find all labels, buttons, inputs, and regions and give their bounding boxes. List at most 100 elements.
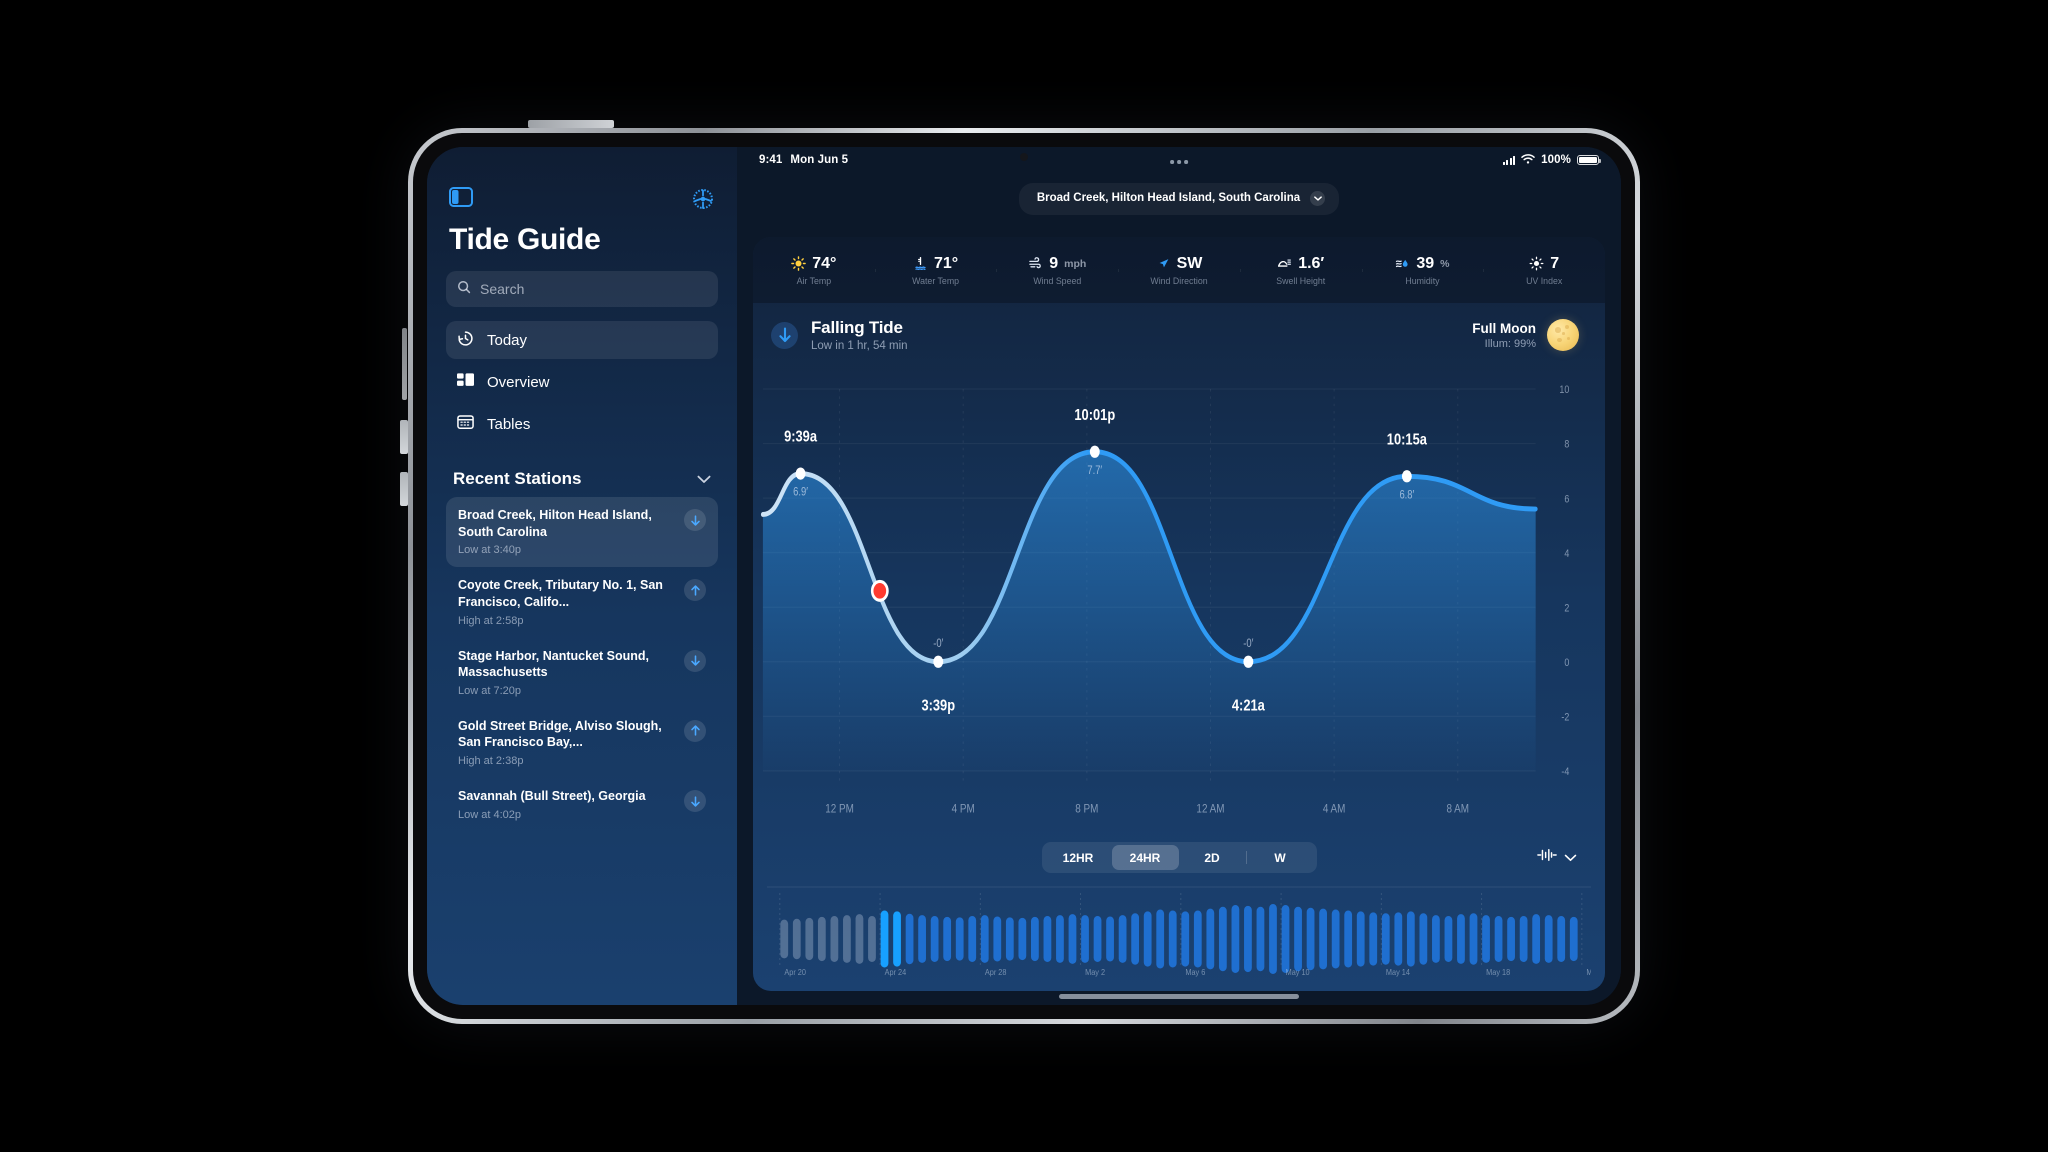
chart-style-icon[interactable] [1537,848,1557,867]
moon-phase[interactable]: Full Moon Illum: 99% [1472,319,1579,351]
timeline-bar[interactable] [1093,916,1102,962]
timeline-bar[interactable] [1294,906,1302,972]
timeline-bar[interactable] [1043,916,1052,962]
timeline-bar[interactable] [1143,911,1152,967]
timeline-bar[interactable] [1319,908,1327,970]
timeline-bar[interactable] [1068,914,1077,964]
timeline-bar[interactable] [1156,909,1165,969]
station-list-item[interactable]: Savannah (Bull Street), Georgia Low at 4:… [446,778,718,832]
timeline-bar[interactable] [1231,904,1240,974]
timeline-bar[interactable] [1206,908,1215,970]
timeline-bar[interactable] [880,910,889,968]
sidebar-item-today[interactable]: Today [446,321,718,359]
timeline-bar[interactable] [1244,905,1252,973]
compass-settings-icon[interactable] [691,187,715,209]
timeline-bar[interactable] [1131,913,1140,965]
timeline-bar[interactable] [1081,915,1089,963]
timeline-bar[interactable] [980,915,989,963]
range-option-24hr[interactable]: 24HR [1111,845,1179,870]
timeline-bar[interactable] [905,913,914,965]
chart-options[interactable] [1537,848,1577,867]
timeline-bar[interactable] [1344,910,1353,968]
timeline-bar[interactable] [1532,914,1541,964]
timeline-bar[interactable] [930,916,939,962]
timeline-bar[interactable] [1218,906,1227,972]
recent-stations-header[interactable]: Recent Stations [427,447,737,497]
timeline-bar[interactable] [968,916,977,962]
timeline-bar[interactable] [1444,916,1453,962]
chevron-down-icon[interactable] [1564,849,1577,867]
timeline-bar[interactable] [855,914,864,964]
sidebar-item-tables[interactable]: Tables [446,405,718,443]
timeline-bar[interactable] [1569,916,1578,962]
range-option-w[interactable]: W [1247,845,1314,870]
volume-up-button[interactable] [400,420,408,454]
timeline-bar[interactable] [1494,916,1503,962]
timeline-bar[interactable] [1381,913,1390,965]
station-list-item[interactable]: Coyote Creek, Tributary No. 1, San Franc… [446,567,718,637]
timeline-bar[interactable] [817,916,826,962]
date-range-timeline[interactable]: Apr 20 Apr 24 Apr 28 May 2 May 6 May 10 May 14… [767,881,1591,981]
timeline-bar[interactable] [1168,910,1177,968]
sidebar-toggle-icon[interactable] [449,187,473,207]
timeline-bar[interactable] [843,915,851,963]
timeline-bar[interactable] [1419,913,1428,965]
recent-stations-title: Recent Stations [453,469,582,488]
timeline-bar[interactable] [1106,916,1114,962]
timeline-bar[interactable] [868,916,876,962]
volume-down-button[interactable] [400,472,408,506]
timeline-bar[interactable] [1056,915,1064,963]
timeline-bar[interactable] [1507,916,1515,962]
timeline-bar[interactable] [805,917,814,961]
timeline-bar[interactable] [1482,915,1490,963]
range-option-12hr[interactable]: 12HR [1045,845,1112,870]
station-list-item[interactable]: Gold Street Bridge, Alviso Slough, San F… [446,708,718,778]
timeline-bar[interactable] [1031,916,1039,962]
timeline-bar[interactable] [792,918,801,960]
search-field[interactable] [446,271,718,307]
timeline-bar[interactable] [1406,911,1415,967]
station-list-item[interactable]: Stage Harbor, Nantucket Sound, Massachus… [446,638,718,708]
timeline-bar[interactable] [1457,914,1465,964]
timeline-bar[interactable] [830,916,839,962]
timeline-bar[interactable] [893,911,901,967]
timeline-bar[interactable] [1557,916,1566,962]
home-indicator[interactable] [1059,994,1299,999]
timeline-bar[interactable] [1356,911,1365,967]
timeline-bar[interactable] [943,916,952,962]
timeline-bar[interactable] [1519,916,1528,962]
timeline-bar[interactable] [1394,912,1403,966]
timeline-bar[interactable] [1118,915,1127,963]
timeline-bar[interactable] [780,919,789,959]
chevron-down-icon[interactable] [697,469,711,489]
location-selector[interactable]: Broad Creek, Hilton Head Island, South C… [1018,183,1340,215]
timeline-bar[interactable] [1181,911,1190,967]
timeline-bar[interactable] [1544,915,1553,963]
timeline-bar[interactable] [993,916,1002,962]
app-title: Tide Guide [449,223,601,256]
timeline-bar[interactable] [1018,917,1027,961]
timeline-bar[interactable] [1369,912,1378,966]
timeline-bar[interactable] [1193,910,1202,968]
range-segmented-control[interactable]: 12HR 24HR 2D W [1041,842,1317,873]
sidebar-item-overview[interactable]: Overview [446,363,718,401]
range-option-2d[interactable]: 2D [1179,845,1246,870]
timeline-bar[interactable] [1432,915,1440,963]
timeline-bar[interactable] [1256,906,1265,972]
window-grabber-handle[interactable] [1170,160,1188,164]
chevron-down-icon[interactable] [1310,191,1326,207]
power-button[interactable] [528,120,614,128]
metric-value: 39 [1416,254,1435,272]
timeline-bar[interactable] [1331,909,1340,969]
timeline-bar[interactable] [1269,904,1277,974]
tide-chart[interactable]: 10 8 6 4 2 0 -2 -4 12 PM 4 PM 8 PM 12 AM 4 AM 8 AM 9:3… [753,367,1605,881]
timeline-bar[interactable] [1469,913,1478,965]
metric-label: Swell Height [1276,275,1326,286]
timeline-bar[interactable] [1281,904,1290,974]
search-input[interactable] [480,281,707,297]
timeline-bar[interactable] [1005,917,1014,961]
timeline-bar[interactable] [1306,907,1315,971]
station-list-item[interactable]: Broad Creek, Hilton Head Island, South C… [446,497,718,568]
timeline-bar[interactable] [955,917,964,961]
timeline-bar[interactable] [918,915,926,963]
